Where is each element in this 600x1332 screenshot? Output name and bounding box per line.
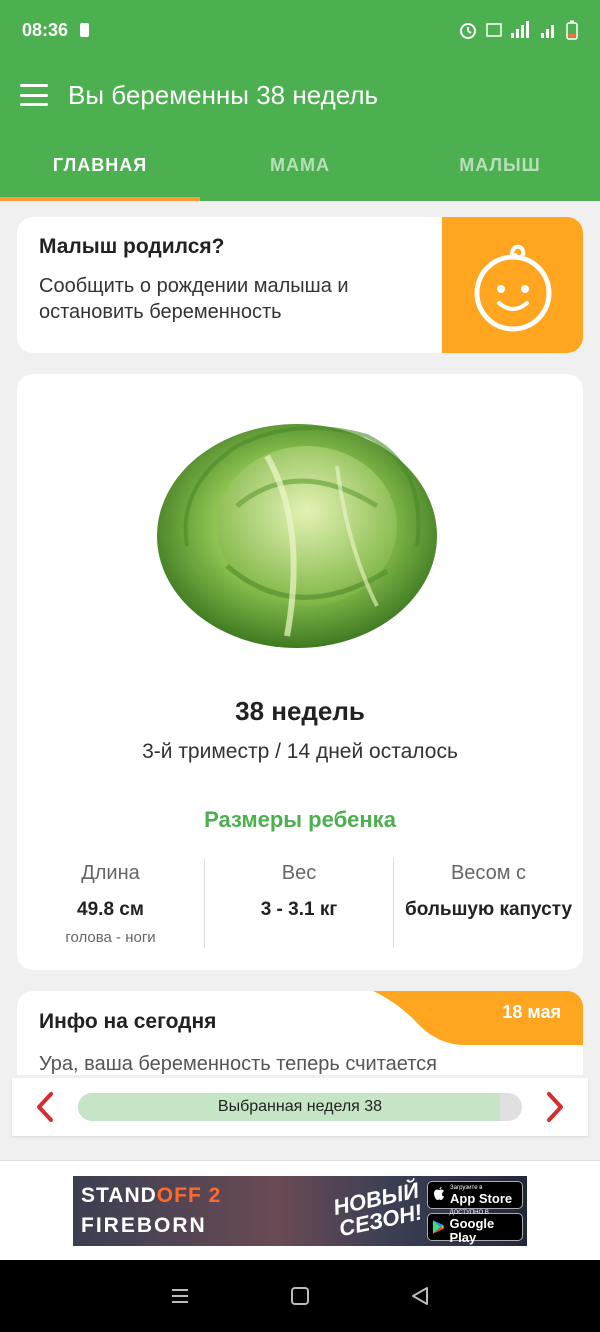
previous-week-button[interactable]	[12, 1078, 78, 1136]
tab-mom[interactable]: МАМА	[200, 130, 400, 201]
chevron-left-icon	[37, 1092, 53, 1122]
battery-icon	[566, 20, 578, 40]
baby-born-text: Малыш родился? Сообщить о рождении малыш…	[39, 235, 429, 325]
cabbage-image	[157, 424, 437, 648]
size-comparison: Весом с большую капусту	[394, 858, 583, 948]
week-progress-bar[interactable]: Выбранная неделя 38	[78, 1093, 522, 1121]
google-play-icon	[432, 1220, 444, 1234]
tab-main[interactable]: ГЛАВНАЯ	[0, 130, 200, 201]
ad-logo: STANDOFF 2	[81, 1184, 222, 1207]
week-info-card: 38 недель 3-й триместр / 14 дней осталос…	[17, 374, 583, 970]
size-note: голова - ноги	[65, 929, 156, 946]
selected-week-label: Выбранная неделя 38	[217, 1098, 383, 1115]
baby-face-icon	[474, 244, 551, 332]
tab-bar: ГЛАВНАЯ МАМА МАЛЫШ	[0, 130, 600, 201]
next-week-button[interactable]	[522, 1078, 588, 1136]
size-value: большую капусту	[404, 899, 573, 920]
baby-born-title: Малыш родился?	[39, 235, 225, 258]
back-icon[interactable]	[410, 1286, 430, 1306]
daily-info-card[interactable]: Инфо на сегодня 18 мая Ура, ваша беремен…	[17, 991, 583, 1075]
size-label: Весом с	[450, 862, 527, 884]
baby-sizes-title: Размеры ребенка	[204, 807, 396, 832]
system-nav-bar	[0, 1260, 600, 1332]
ad-banner[interactable]: STANDOFF 2 FIREBORN НОВЫЙ СЕЗОН! Загрузи…	[73, 1176, 527, 1246]
baby-face-button[interactable]	[442, 217, 583, 353]
info-text: Ура, ваша беременность теперь считается	[39, 1053, 437, 1075]
app-bar: Вы беременны 38 недель	[0, 60, 600, 130]
ad-season-text: НОВЫЙ СЕЗОН!	[330, 1177, 425, 1242]
chevron-right-icon	[547, 1092, 563, 1122]
size-weight: Вес 3 - 3.1 кг	[205, 858, 394, 948]
page-title: Вы беременны 38 недель	[68, 79, 379, 110]
recent-apps-icon[interactable]	[170, 1287, 190, 1305]
signal-icon-2	[541, 25, 554, 38]
trimester-subtitle: 3-й триместр / 14 дней осталось	[142, 740, 458, 763]
baby-born-card[interactable]: Малыш родился? Сообщить о рождении малыш…	[17, 217, 583, 353]
week-title: 38 недель	[235, 696, 365, 726]
google-play-badge[interactable]: ДОСТУПНО В Google Play	[427, 1210, 523, 1244]
week-navigator: Выбранная неделя 38	[12, 1078, 588, 1136]
tab-baby[interactable]: МАЛЫШ	[400, 130, 600, 201]
app-store-badge[interactable]: Загрузите в App Store	[427, 1181, 523, 1209]
battery-saver-icon	[80, 23, 90, 37]
size-value: 3 - 3.1 кг	[260, 899, 338, 920]
baby-born-description: Сообщить о рождении малыша и остановить …	[39, 275, 349, 323]
menu-icon[interactable]	[20, 84, 48, 106]
size-label: Длина	[81, 862, 140, 884]
signal-icon	[511, 21, 529, 38]
size-length: Длина 49.8 см голова - ноги	[17, 858, 205, 948]
baby-sizes-row: Длина 49.8 см голова - ноги Вес 3 - 3.1 …	[17, 858, 583, 948]
size-label: Вес	[281, 862, 317, 884]
info-title: Инфо на сегодня	[39, 1010, 217, 1033]
info-date: 18 мая	[502, 1002, 561, 1022]
ad-logo-subtitle: FIREBORN	[81, 1214, 207, 1237]
ad-area: STANDOFF 2 FIREBORN НОВЫЙ СЕЗОН! Загрузи…	[0, 1160, 600, 1260]
alarm-icon	[460, 23, 476, 39]
size-value: 49.8 см	[77, 899, 144, 920]
status-icons	[458, 20, 578, 40]
status-bar: 08:36	[0, 0, 600, 60]
status-time: 08:36	[22, 19, 69, 40]
volte-icon	[486, 23, 502, 37]
home-icon[interactable]	[290, 1286, 310, 1306]
apple-icon	[434, 1187, 444, 1200]
